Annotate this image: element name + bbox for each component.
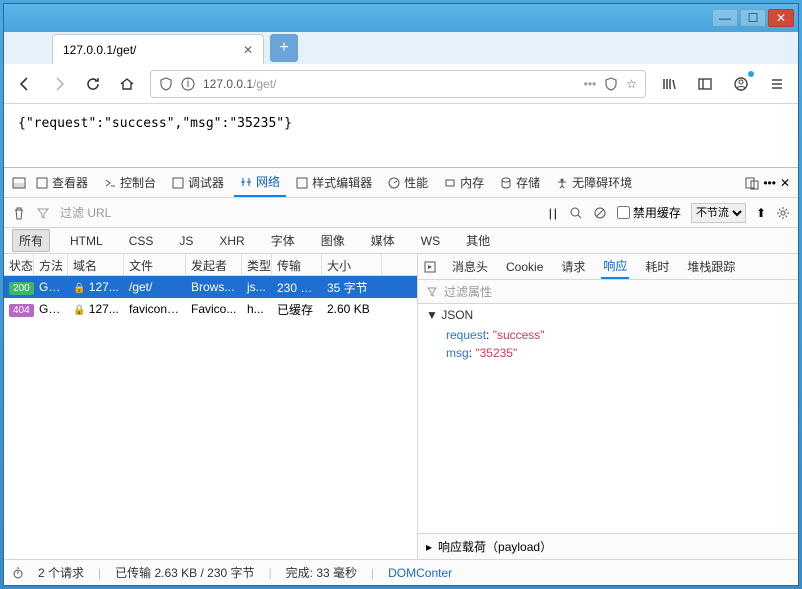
reload-button[interactable] xyxy=(82,73,104,95)
filter-media[interactable]: 媒体 xyxy=(365,230,401,251)
type-filter-bar: 所有 HTML CSS JS XHR 字体 图像 媒体 WS 其他 xyxy=(4,228,798,254)
nav-toolbar: i 127.0.0.1/get/ ••• ☆ xyxy=(4,64,798,104)
info-icon[interactable]: i xyxy=(181,77,195,91)
stopwatch-icon xyxy=(12,567,24,579)
tab-accessibility[interactable]: 无障碍环境 xyxy=(550,168,638,197)
content-block-icon[interactable] xyxy=(604,77,618,91)
tab-console[interactable]: 控制台 xyxy=(98,168,162,197)
table-row[interactable]: 200GET🔒 127.../get/Brows...js...230 字节35… xyxy=(4,276,417,298)
library-icon[interactable] xyxy=(658,73,680,95)
devtools-close-icon[interactable]: ✕ xyxy=(780,176,790,190)
json-entry: request: "success" xyxy=(446,326,790,344)
tab-network[interactable]: 网络 xyxy=(234,168,286,197)
detail-tab-bar: 消息头 Cookie 请求 响应 耗时 堆栈跟踪 xyxy=(418,254,798,280)
dock-icon[interactable] xyxy=(12,176,26,190)
address-bar[interactable]: i 127.0.0.1/get/ ••• ☆ xyxy=(150,70,646,98)
detail-tab-headers[interactable]: 消息头 xyxy=(450,255,490,278)
response-json-viewer: ▼ JSON request: "success" msg: "35235" xyxy=(418,304,798,533)
disable-cache-checkbox[interactable]: 禁用缓存 xyxy=(617,204,681,221)
filter-css[interactable]: CSS xyxy=(123,232,160,250)
col-transferred[interactable]: 传输 xyxy=(272,254,322,275)
detail-tab-timing[interactable]: 耗时 xyxy=(643,255,671,278)
detail-tab-cookie[interactable]: Cookie xyxy=(504,257,545,277)
tab-style-editor[interactable]: 样式编辑器 xyxy=(290,168,378,197)
transfer-size: 已传输 2.63 KB / 230 字节 xyxy=(115,564,254,581)
clear-icon[interactable] xyxy=(12,206,26,220)
shield-icon xyxy=(159,77,173,91)
tab-close-icon[interactable]: ✕ xyxy=(243,43,253,57)
filter-properties-input[interactable]: 过滤属性 xyxy=(418,280,798,304)
json-section-header[interactable]: ▼ JSON xyxy=(426,308,790,322)
tab-inspector[interactable]: 查看器 xyxy=(30,168,94,197)
json-entry: msg: "35235" xyxy=(446,344,790,362)
pause-icon[interactable]: || xyxy=(549,206,559,220)
finish-time: 完成: 33 毫秒 xyxy=(286,564,357,581)
responsive-icon[interactable] xyxy=(745,176,759,190)
filter-url-input[interactable]: 过滤 URL xyxy=(60,204,539,221)
back-button[interactable] xyxy=(14,73,36,95)
forward-button[interactable] xyxy=(48,73,70,95)
network-toolbar: 过滤 URL || 禁用缓存 不节流 ⬆ xyxy=(4,198,798,228)
filter-other[interactable]: 其他 xyxy=(460,230,496,251)
bookmark-star-icon[interactable]: ☆ xyxy=(626,77,637,91)
col-type[interactable]: 类型 xyxy=(242,254,272,275)
throttle-select[interactable]: 不节流 xyxy=(691,203,746,223)
block-icon[interactable] xyxy=(593,206,607,220)
tab-debugger[interactable]: 调试器 xyxy=(166,168,230,197)
filter-all[interactable]: 所有 xyxy=(12,229,50,252)
table-row[interactable]: 404GET🔒 127...favicon.i...Favico...h...已… xyxy=(4,298,417,320)
more-icon[interactable]: ••• xyxy=(584,77,597,91)
filter-font[interactable]: 字体 xyxy=(265,230,301,251)
filter-xhr[interactable]: XHR xyxy=(213,232,250,250)
browser-tab-bar: 127.0.0.1/get/ ✕ + xyxy=(4,32,798,64)
har-icon[interactable]: ⬆ xyxy=(756,206,766,220)
tab-storage[interactable]: 存储 xyxy=(494,168,546,197)
network-status-bar: 2 个请求 | 已传输 2.63 KB / 230 字节 | 完成: 33 毫秒… xyxy=(4,559,798,585)
devtools-more-icon[interactable]: ••• xyxy=(763,176,776,190)
detail-tab-request[interactable]: 请求 xyxy=(559,255,587,278)
tab-title: 127.0.0.1/get/ xyxy=(63,43,136,57)
filter-js[interactable]: JS xyxy=(173,232,199,250)
url-text: 127.0.0.1/get/ xyxy=(203,76,576,91)
request-list-panel: 状态 方法 域名 文件 发起者 类型 传输 大小 200GET🔒 127.../… xyxy=(4,254,418,559)
svg-text:i: i xyxy=(187,77,190,90)
new-tab-button[interactable]: + xyxy=(270,34,298,62)
window-maximize-button[interactable]: ☐ xyxy=(740,9,766,27)
detail-tab-response[interactable]: 响应 xyxy=(601,254,629,279)
request-detail-panel: 消息头 Cookie 请求 响应 耗时 堆栈跟踪 过滤属性 ▼ JSON req… xyxy=(418,254,798,559)
tab-memory[interactable]: 内存 xyxy=(438,168,490,197)
account-icon[interactable] xyxy=(730,73,752,95)
search-icon[interactable] xyxy=(569,206,583,220)
filter-icon[interactable] xyxy=(36,206,50,220)
col-size[interactable]: 大小 xyxy=(322,254,382,275)
sidebar-icon[interactable] xyxy=(694,73,716,95)
tab-performance[interactable]: 性能 xyxy=(382,168,434,197)
devtools-tab-bar: 查看器 控制台 调试器 网络 样式编辑器 性能 内存 存储 无障碍环境 ••• … xyxy=(4,168,798,198)
page-content: {"request":"success","msg":"35235"} xyxy=(4,104,798,168)
menu-icon[interactable] xyxy=(766,73,788,95)
request-table-header: 状态 方法 域名 文件 发起者 类型 传输 大小 xyxy=(4,254,417,276)
filter-img[interactable]: 图像 xyxy=(315,230,351,251)
detail-toggle-icon[interactable] xyxy=(424,261,436,273)
window-close-button[interactable]: ✕ xyxy=(768,9,794,27)
request-rows: 200GET🔒 127.../get/Brows...js...230 字节35… xyxy=(4,276,417,559)
filter-html[interactable]: HTML xyxy=(64,232,109,250)
col-file[interactable]: 文件 xyxy=(124,254,186,275)
browser-tab[interactable]: 127.0.0.1/get/ ✕ xyxy=(52,34,264,64)
filter-ws[interactable]: WS xyxy=(415,232,446,250)
window-titlebar: — ☐ ✕ xyxy=(4,4,798,32)
window-minimize-button[interactable]: — xyxy=(712,9,738,27)
col-initiator[interactable]: 发起者 xyxy=(186,254,242,275)
col-method[interactable]: 方法 xyxy=(34,254,68,275)
devtools-panel: 查看器 控制台 调试器 网络 样式编辑器 性能 内存 存储 无障碍环境 ••• … xyxy=(4,168,798,585)
col-domain[interactable]: 域名 xyxy=(68,254,124,275)
settings-gear-icon[interactable] xyxy=(776,206,790,220)
request-count: 2 个请求 xyxy=(38,564,84,581)
dom-content-link[interactable]: DOMConter xyxy=(388,566,452,580)
home-button[interactable] xyxy=(116,73,138,95)
col-status[interactable]: 状态 xyxy=(4,254,34,275)
response-footer: ▸ 响应载荷（payload） xyxy=(418,533,798,559)
detail-tab-stack[interactable]: 堆栈跟踪 xyxy=(685,255,737,278)
